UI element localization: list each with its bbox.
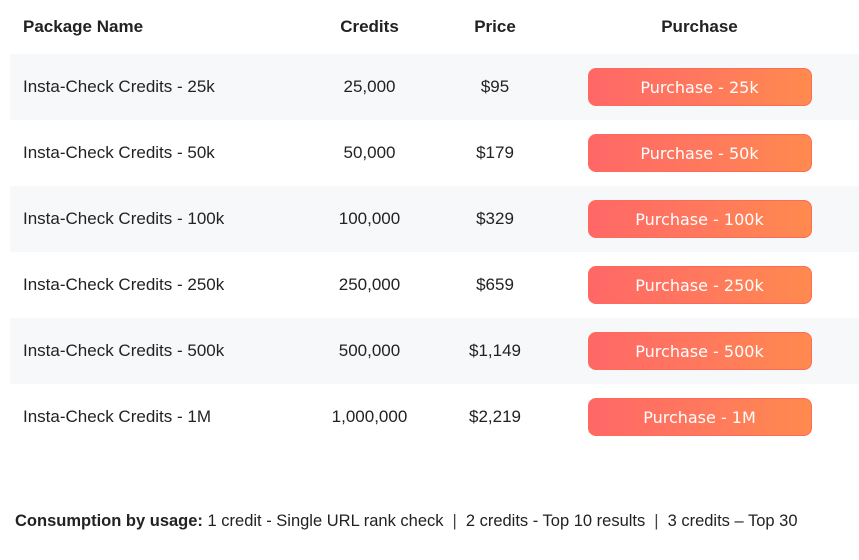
consumption-note: Consumption by usage: 1 credit - Single … — [15, 512, 798, 531]
header-price: Price — [474, 17, 516, 36]
package-price: $1,149 — [469, 341, 521, 360]
header-purchase: Purchase — [566, 17, 859, 37]
package-name: Insta-Check Credits - 25k — [23, 77, 215, 96]
consumption-item: 1 credit - Single URL rank check — [207, 512, 444, 530]
separator: | — [654, 512, 659, 530]
consumption-label: Consumption by usage: — [15, 512, 203, 530]
separator: | — [452, 512, 457, 530]
package-credits: 500,000 — [338, 341, 401, 360]
package-credits: 100,000 — [338, 209, 401, 228]
purchase-cell: Purchase - 1M — [566, 398, 859, 436]
package-credits: 250,000 — [338, 275, 401, 294]
package-price: $329 — [476, 209, 514, 228]
table-row: Insta-Check Credits - 250k 250,000 $659 … — [10, 252, 859, 318]
table-row: Insta-Check Credits - 1M 1,000,000 $2,21… — [10, 384, 859, 450]
package-price: $659 — [476, 275, 514, 294]
package-credits: 1,000,000 — [331, 407, 408, 426]
header-purchase-label: Purchase — [661, 17, 738, 36]
header-package-name: Package Name — [23, 17, 144, 36]
purchase-cell: Purchase - 25k — [566, 68, 859, 106]
package-price: $2,219 — [469, 407, 521, 426]
table-header: Package Name Credits Price Purchase — [10, 0, 859, 54]
purchase-1m-button[interactable]: Purchase - 1M — [587, 398, 812, 436]
purchase-cell: Purchase - 250k — [566, 266, 859, 304]
purchase-cell: Purchase - 100k — [566, 200, 859, 238]
package-price: $95 — [480, 77, 510, 96]
table-row: Insta-Check Credits - 100k 100,000 $329 … — [10, 186, 859, 252]
table-row: Insta-Check Credits - 25k 25,000 $95 Pur… — [10, 54, 859, 120]
package-price: $179 — [476, 143, 514, 162]
purchase-cell: Purchase - 500k — [566, 332, 859, 370]
purchase-50k-button[interactable]: Purchase - 50k — [587, 134, 812, 172]
table-row: Insta-Check Credits - 50k 50,000 $179 Pu… — [10, 120, 859, 186]
pricing-table: Package Name Credits Price Purchase Inst… — [10, 0, 859, 450]
package-name: Insta-Check Credits - 250k — [23, 275, 225, 294]
package-credits: 25,000 — [343, 77, 396, 96]
package-name: Insta-Check Credits - 1M — [23, 407, 211, 426]
purchase-250k-button[interactable]: Purchase - 250k — [587, 266, 812, 304]
purchase-cell: Purchase - 50k — [566, 134, 859, 172]
consumption-item: 3 credits – Top 30 — [667, 512, 798, 530]
package-name: Insta-Check Credits - 100k — [23, 209, 225, 228]
package-name: Insta-Check Credits - 500k — [23, 341, 225, 360]
purchase-100k-button[interactable]: Purchase - 100k — [587, 200, 812, 238]
purchase-25k-button[interactable]: Purchase - 25k — [587, 68, 812, 106]
table-row: Insta-Check Credits - 500k 500,000 $1,14… — [10, 318, 859, 384]
consumption-item: 2 credits - Top 10 results — [465, 512, 646, 530]
header-credits: Credits — [340, 17, 399, 36]
package-credits: 50,000 — [343, 143, 396, 162]
package-name: Insta-Check Credits - 50k — [23, 143, 215, 162]
purchase-500k-button[interactable]: Purchase - 500k — [587, 332, 812, 370]
